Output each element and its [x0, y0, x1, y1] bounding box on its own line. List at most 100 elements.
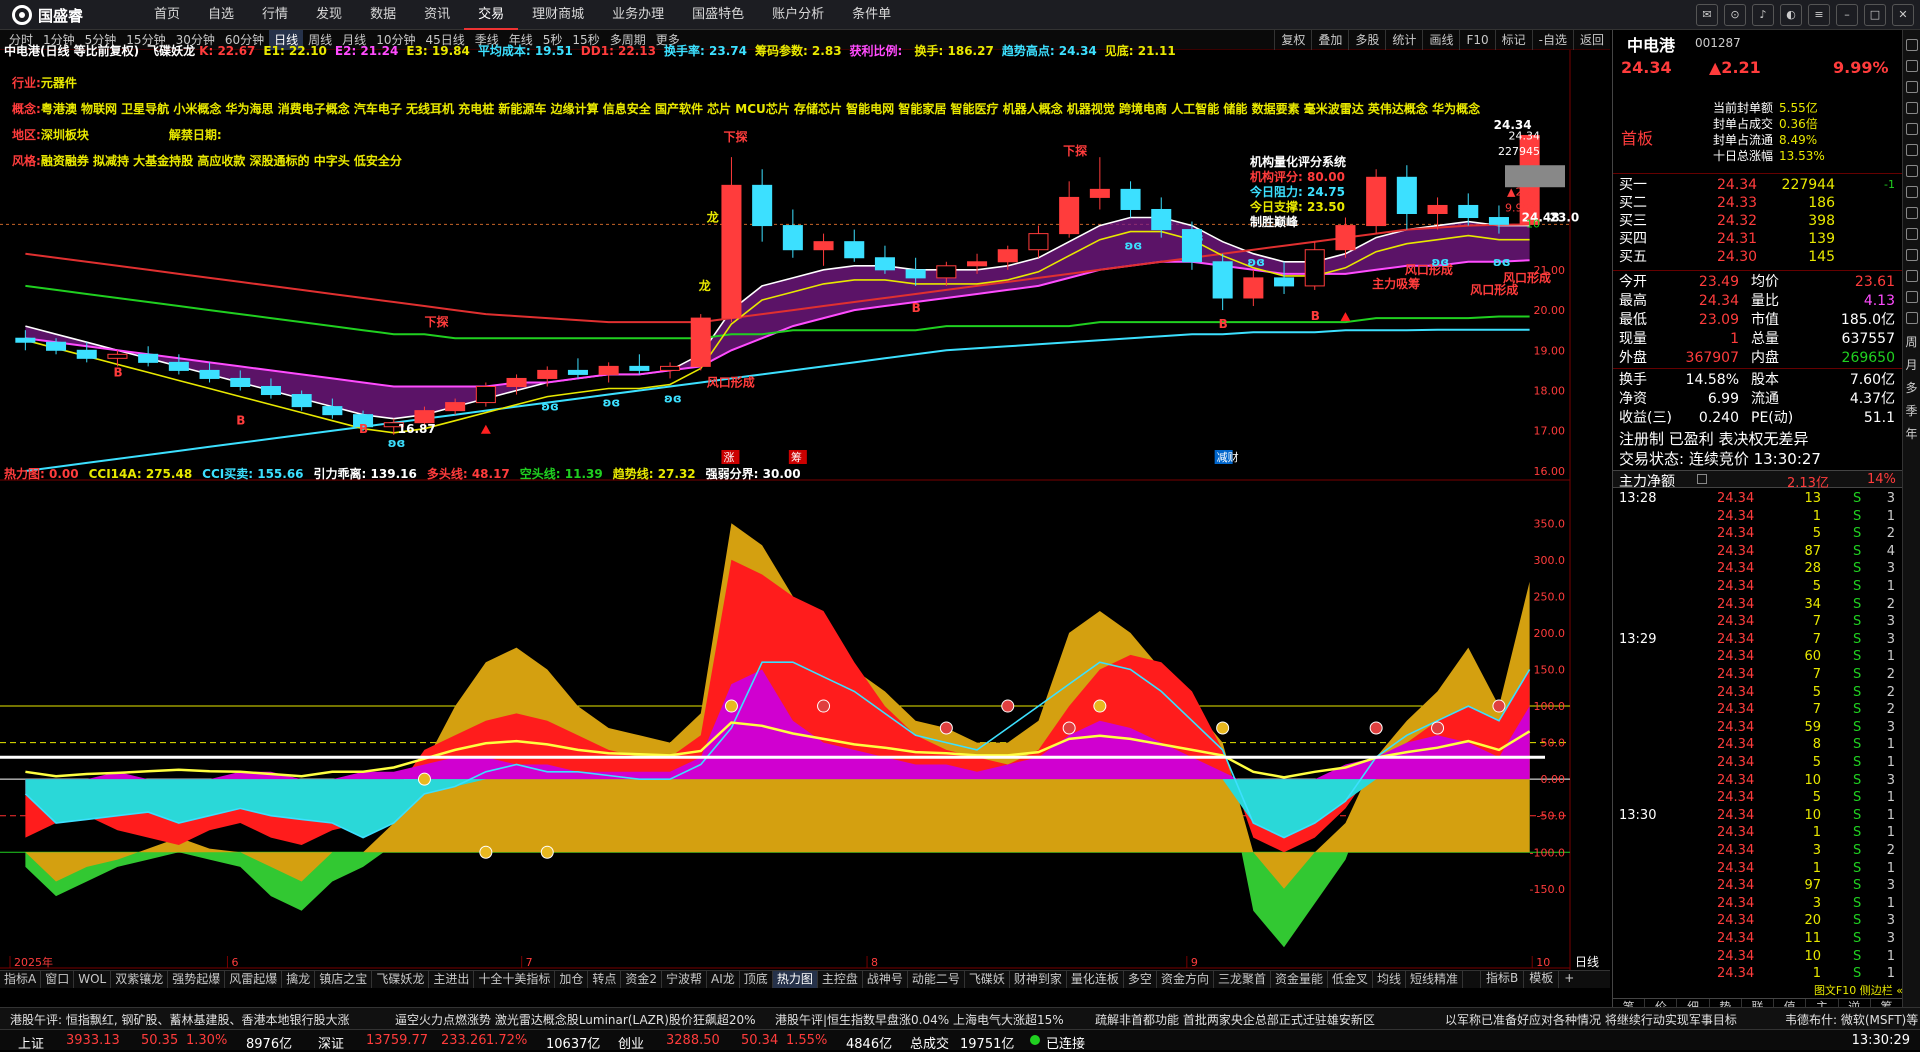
chart-tool-button[interactable]: 画线: [1422, 30, 1459, 50]
chart-tool-button[interactable]: 多股: [1348, 30, 1385, 50]
chart-tool-button[interactable]: F10: [1459, 30, 1494, 50]
indicator-tab[interactable]: 资金量能: [1271, 971, 1328, 988]
candle[interactable]: [567, 358, 588, 379]
candle[interactable]: [1089, 157, 1110, 210]
candle[interactable]: [660, 362, 681, 379]
menu-item[interactable]: 条件单: [838, 0, 905, 30]
maximize-icon[interactable]: □: [1864, 4, 1886, 26]
news-item[interactable]: 疏解非首都功能 首批两家央企总部正式迁驻雄安新区: [1095, 1011, 1375, 1028]
indicator-tab[interactable]: 低金叉: [1328, 971, 1373, 988]
indicator-tab[interactable]: 三龙聚首: [1214, 971, 1271, 988]
indicator-tab[interactable]: 均线: [1373, 971, 1407, 988]
index-name[interactable]: 上证: [18, 1033, 44, 1052]
menu-item[interactable]: 行情: [248, 0, 302, 30]
indicator-right-tab[interactable]: +: [1558, 970, 1579, 988]
candle[interactable]: [598, 362, 619, 383]
menu-item[interactable]: 资讯: [410, 0, 464, 30]
menu-item[interactable]: 首页: [140, 0, 194, 30]
indicator-tab[interactable]: 飞碟妖龙: [372, 971, 430, 988]
chart-tool-button[interactable]: 返回: [1572, 30, 1610, 50]
sidebar-tool-icon[interactable]: [1906, 39, 1918, 51]
sidebar-tool-icon[interactable]: [1906, 270, 1918, 282]
bell-icon[interactable]: ♪: [1752, 4, 1774, 26]
menu-item[interactable]: 国盛特色: [678, 0, 758, 30]
indicator-tab[interactable]: 强势起爆: [168, 971, 226, 988]
news-item[interactable]: 逼空火力点燃涨势 激光雷达概念股Luminar(LAZR)股价狂飙超20%: [395, 1011, 756, 1028]
sidebar-tool-icon[interactable]: [1906, 81, 1918, 93]
buy-level-row[interactable]: 买四 24.31 139: [1617, 230, 1899, 248]
indicator-tab[interactable]: 顶底: [740, 971, 773, 988]
chart-tool-button[interactable]: -自选: [1531, 30, 1573, 50]
indicator-tab[interactable]: 短线精准: [1406, 971, 1464, 988]
candle[interactable]: [690, 314, 711, 371]
message-icon[interactable]: ✉: [1696, 4, 1718, 26]
chart-tool-button[interactable]: 标记: [1494, 30, 1532, 50]
news-item[interactable]: 韦德布什: 微软(MSFT)等: [1785, 1011, 1918, 1028]
chart-tool-button[interactable]: 统计: [1385, 30, 1422, 50]
indicator-right-tab[interactable]: 指标B: [1480, 970, 1523, 988]
menu-item[interactable]: 数据: [356, 0, 410, 30]
sidebar-tool-icon[interactable]: [1906, 123, 1918, 135]
candle[interactable]: [721, 157, 742, 323]
candle[interactable]: [844, 229, 865, 262]
indicator-right-tab[interactable]: 模板: [1523, 970, 1558, 988]
indicator-tab[interactable]: 加仓: [555, 971, 589, 988]
news-item[interactable]: 以军称已准备好应对各种情况 将继续行动实现军事目标: [1445, 1011, 1737, 1028]
candle[interactable]: [1059, 181, 1080, 238]
index-name[interactable]: 深证: [318, 1033, 344, 1052]
candle[interactable]: [1304, 241, 1325, 290]
indicator-tab[interactable]: WOL: [74, 971, 112, 988]
candle[interactable]: [782, 209, 803, 258]
candle[interactable]: [1366, 169, 1387, 234]
indicator-tab[interactable]: 资金2: [621, 971, 663, 988]
minimize-icon[interactable]: –: [1836, 4, 1858, 26]
candle[interactable]: [752, 169, 773, 242]
sidebar-tool-icon[interactable]: [1906, 249, 1918, 261]
menu-item[interactable]: 理财商城: [518, 0, 598, 30]
kline-chart[interactable]: 下探下探下探风口形成风口形成风口形成风口形成主力吸筹龙龙16.8724.4823…: [0, 50, 1610, 970]
indicator-tab[interactable]: 财神到家: [1010, 971, 1067, 988]
indicator-tab[interactable]: 热力图: [772, 971, 818, 988]
candle[interactable]: [1212, 253, 1233, 311]
indicator-tab[interactable]: 窗口: [41, 971, 75, 988]
indicator-tab[interactable]: 主进出: [429, 971, 475, 988]
indicator-tab[interactable]: AI龙: [707, 971, 740, 988]
buy-level-row[interactable]: 买五 24.30 145: [1617, 248, 1899, 266]
buy-level-row[interactable]: 买二 24.33 186: [1617, 194, 1899, 212]
close-icon[interactable]: ✕: [1892, 4, 1914, 26]
candle[interactable]: [629, 354, 650, 375]
chart-tool-button[interactable]: 复权: [1274, 30, 1311, 50]
sidebar-period[interactable]: 年: [1903, 425, 1920, 442]
chart-area[interactable]: 下探 下探 下探 风口形成 风口形成 风口形成 风口形成 主力吸筹龙龙 16.87 24.48 23…: [0, 44, 1610, 970]
sidebar-tool-icon[interactable]: [1906, 165, 1918, 177]
menu-item[interactable]: 发现: [302, 0, 356, 30]
buy-level-row[interactable]: 买一 24.34 227944 -1: [1617, 176, 1899, 194]
sidebar-tool-icon[interactable]: [1906, 60, 1918, 72]
candle[interactable]: [1120, 181, 1141, 218]
side-toggle[interactable]: 图文F10 侧边栏 «: [1613, 982, 1903, 998]
sidebar-tool-icon[interactable]: [1906, 291, 1918, 303]
sidebar-period[interactable]: 季: [1903, 402, 1920, 419]
indicator-tab[interactable]: 镇店之宝: [315, 971, 373, 988]
sidebar-tool-icon[interactable]: [1906, 207, 1918, 219]
sidebar-period[interactable]: 周: [1903, 333, 1920, 350]
menu-item[interactable]: 自选: [194, 0, 248, 30]
skin-icon[interactable]: ◐: [1780, 4, 1802, 26]
news-item[interactable]: 港股午评: 恒指飘红, 钢矿股、蓄林基建股、香港本地银行股大涨: [10, 1011, 350, 1028]
candle[interactable]: [475, 382, 496, 407]
candle[interactable]: [813, 233, 834, 266]
candle[interactable]: [1458, 193, 1479, 226]
lock-icon[interactable]: ⊙: [1724, 4, 1746, 26]
indicator-tab[interactable]: 多空: [1124, 971, 1157, 988]
index-name[interactable]: 创业: [618, 1033, 644, 1052]
indicator-tab[interactable]: 转点: [588, 971, 622, 988]
sidebar-tool-icon[interactable]: [1906, 144, 1918, 156]
menu-icon[interactable]: ≡: [1808, 4, 1830, 26]
menu-item[interactable]: 账户分析: [758, 0, 838, 30]
news-item[interactable]: 港股午评|恒生指数早盘涨0.04% 上海电气大涨超15%: [775, 1011, 1064, 1028]
indicator-tab[interactable]: 动能二号: [908, 971, 965, 988]
indicator-tab[interactable]: 双紫镶龙: [111, 971, 169, 988]
indicator-tab[interactable]: 量化连板: [1067, 971, 1124, 988]
menu-item[interactable]: 业务办理: [598, 0, 678, 30]
sidebar-period[interactable]: 月: [1903, 356, 1920, 373]
